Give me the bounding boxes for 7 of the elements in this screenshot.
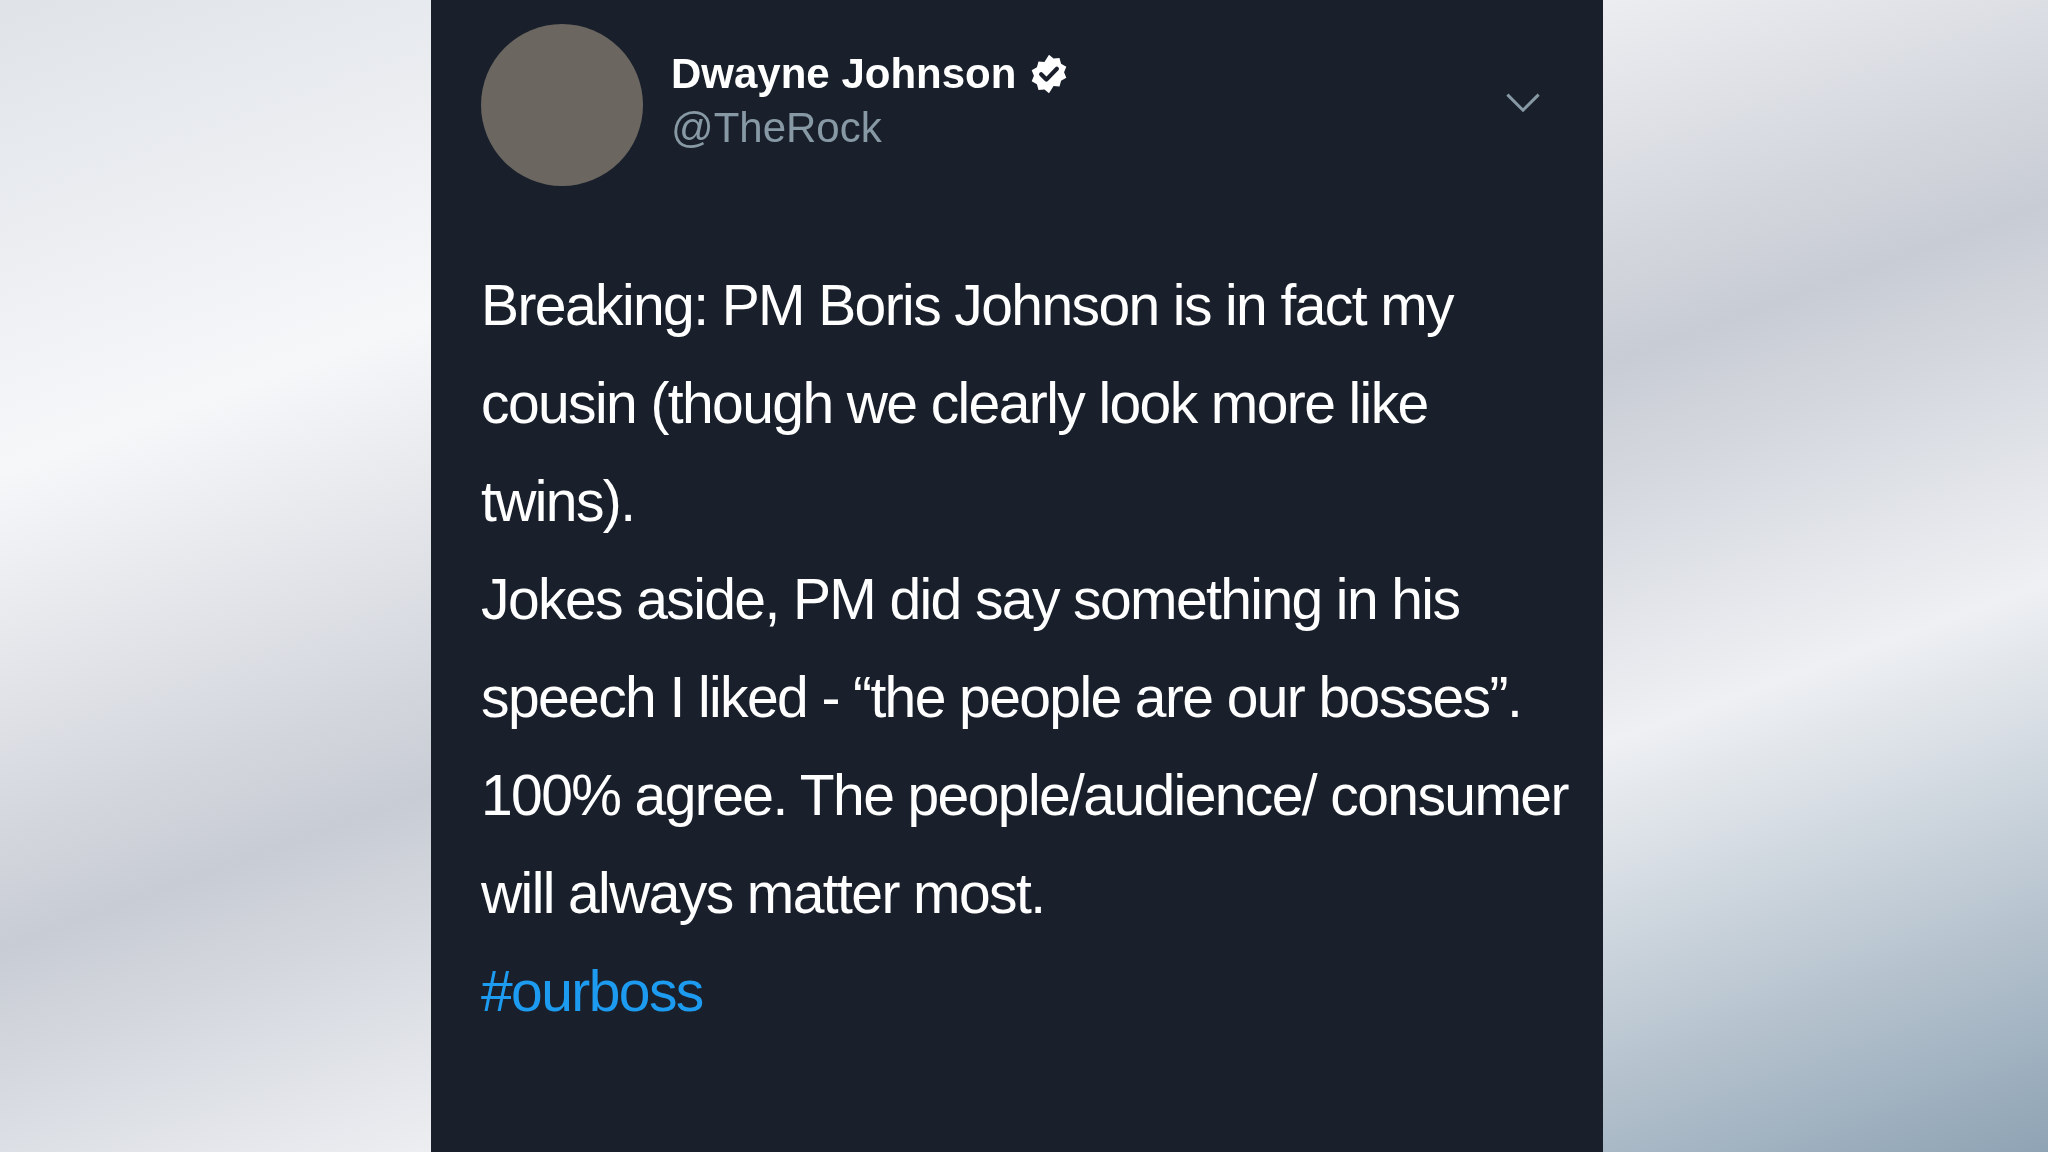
- author-handle: @TheRock: [671, 104, 883, 152]
- tweet-text: 100% agree. The people/audience/ consumer will always matter most.: [481, 762, 1570, 927]
- tweet-text: Breaking: PM Boris Johnson is in fact my cousin (though we clearly look more like twins).: [481, 272, 1455, 535]
- hashtag-link[interactable]: #ourboss: [481, 942, 703, 1040]
- tweet-text: Jokes aside, PM did say something in his speech I liked - “the people are our bosses”.: [481, 566, 1523, 731]
- author-name: Dwayne Johnson: [671, 50, 1017, 98]
- chevron-down-icon[interactable]: [1505, 92, 1541, 114]
